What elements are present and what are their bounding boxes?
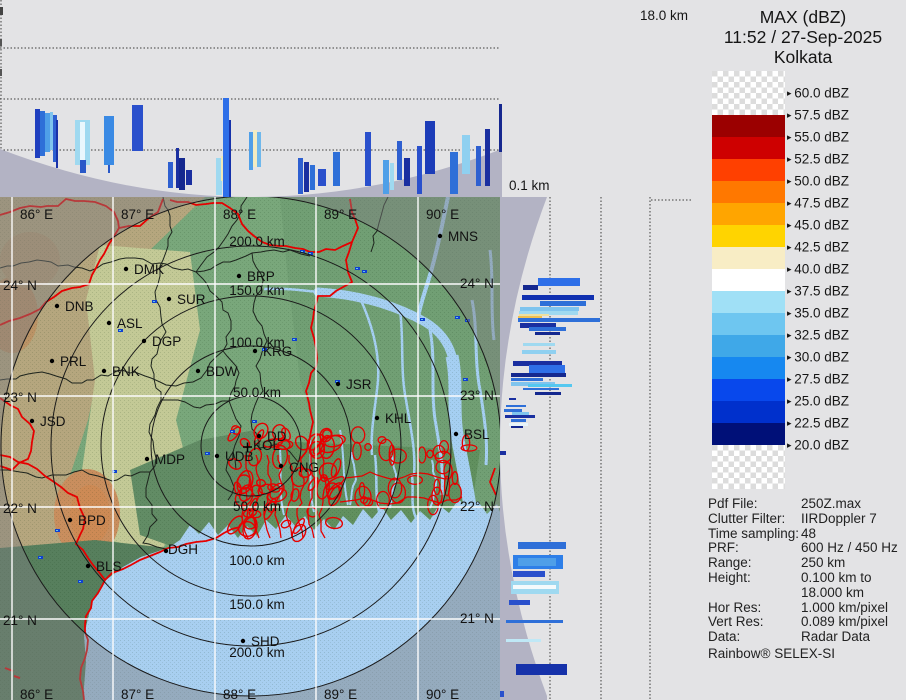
svg-text:86° E: 86° E [20,687,53,700]
svg-text:89° E: 89° E [324,207,357,222]
svg-text:KRG: KRG [263,344,292,359]
svg-text:DNB: DNB [65,299,94,314]
svg-text:90° E: 90° E [426,207,459,222]
svg-text:SHD: SHD [251,634,280,649]
svg-text:87° E: 87° E [121,687,154,700]
svg-text:50.0 km: 50.0 km [233,385,281,400]
svg-text:24° N: 24° N [460,276,494,291]
svg-text:JSR: JSR [346,377,372,392]
svg-text:JSD: JSD [40,414,66,429]
svg-text:150.0 km: 150.0 km [229,597,285,612]
svg-text:21° N: 21° N [3,613,37,628]
svg-text:100.0 km: 100.0 km [229,553,285,568]
svg-text:50.0 km: 50.0 km [233,499,281,514]
svg-text:86° E: 86° E [20,207,53,222]
svg-text:BPD: BPD [78,513,106,528]
svg-text:BNK: BNK [112,364,140,379]
svg-text:89° E: 89° E [324,687,357,700]
svg-text:BLS: BLS [96,559,122,574]
svg-text:CNG: CNG [289,460,319,475]
svg-text:BRP: BRP [247,269,275,284]
svg-text:MDP: MDP [155,452,185,467]
svg-text:22° N: 22° N [3,501,37,516]
svg-text:23° N: 23° N [3,390,37,405]
svg-text:SUR: SUR [177,292,206,307]
svg-text:88° E: 88° E [223,207,256,222]
svg-text:UDB: UDB [225,449,254,464]
svg-text:KHL: KHL [385,411,412,426]
svg-text:22° N: 22° N [460,499,494,514]
svg-text:BSL: BSL [464,427,490,442]
svg-text:DGP: DGP [152,334,181,349]
svg-text:23° N: 23° N [460,388,494,403]
svg-text:150.0 km: 150.0 km [229,283,285,298]
svg-text:88° E: 88° E [223,687,256,700]
svg-text:ASL: ASL [117,316,143,331]
svg-text:DGH: DGH [168,542,198,557]
svg-text:24° N: 24° N [3,278,37,293]
svg-text:KOL: KOL [253,438,281,453]
svg-text:87° E: 87° E [121,207,154,222]
svg-text:BDW: BDW [206,364,238,379]
svg-text:200.0 km: 200.0 km [229,234,285,249]
svg-text:90° E: 90° E [426,687,459,700]
svg-text:DMK: DMK [134,262,164,277]
svg-text:PRL: PRL [60,354,87,369]
svg-text:21° N: 21° N [460,611,494,626]
svg-text:MNS: MNS [448,229,478,244]
